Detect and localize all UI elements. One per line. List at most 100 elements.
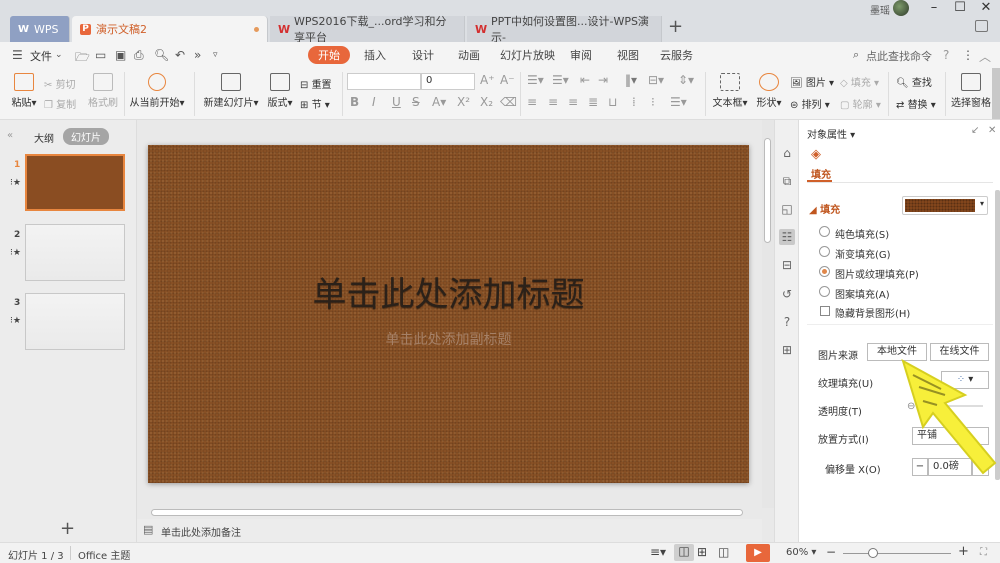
command-search[interactable]: 点此查找命令 — [866, 48, 932, 64]
paste-button[interactable]: 粘贴▾ — [10, 73, 38, 109]
picture-texture-fill-label[interactable]: 图片或纹理填充(P) — [835, 266, 919, 281]
superscript-icon[interactable]: X² — [457, 95, 470, 109]
avatar[interactable] — [893, 0, 909, 16]
new-slide-button[interactable]: 新建幻灯片▾ — [200, 73, 262, 109]
replace-button[interactable]: ⇄ 替换 ▾ — [896, 96, 936, 111]
picture-button[interactable]: 🖼︎ 图片 ▾ — [790, 74, 834, 89]
open-folder-icon[interactable]: 🗁 — [75, 48, 90, 69]
transparency-slider[interactable] — [923, 405, 983, 407]
customize-icon[interactable]: ▿ — [213, 50, 218, 60]
new-tab-button[interactable]: + — [668, 16, 683, 37]
slides-switch-icon[interactable]: ⧉ — [779, 173, 795, 189]
archive-icon[interactable]: ⊟ — [779, 257, 795, 273]
pattern-fill-label[interactable]: 图案填充(A) — [835, 286, 890, 301]
format-painter-button[interactable]: 格式刷 — [86, 73, 120, 109]
align-left-icon[interactable]: ≡ — [527, 95, 537, 109]
tab-wps-home[interactable]: W WPS — [10, 16, 70, 42]
text-direction-icon[interactable]: ‖▾ — [625, 73, 637, 87]
solid-fill-label[interactable]: 纯色填充(S) — [835, 226, 889, 241]
placement-dropdown[interactable]: 平铺 — [912, 427, 989, 445]
tab-document-4[interactable]: W PPT中如何设置图...设计-WPS演示- — [467, 15, 662, 44]
align-right-icon[interactable]: ≡ — [568, 95, 578, 109]
minimize-button[interactable]: – — [924, 0, 944, 15]
title-placeholder[interactable]: 单击此处添加标题 — [148, 267, 749, 316]
subscript-icon[interactable]: X₂ — [480, 95, 493, 109]
arrange-button[interactable]: ⊜ 排列 ▾ — [790, 96, 830, 111]
selection-pane-button[interactable]: 选择窗格 — [950, 73, 992, 109]
apps-grid-icon[interactable]: ⊞ — [779, 342, 795, 358]
tab-fill[interactable]: 填充 — [811, 166, 831, 181]
close-panel-icon[interactable]: ✕ — [988, 125, 996, 136]
file-menu[interactable]: 文件 — [30, 48, 52, 64]
add-slide-button[interactable]: + — [60, 518, 75, 539]
justify-icon[interactable]: ≣ — [588, 95, 598, 109]
zoom-slider-thumb[interactable] — [868, 548, 878, 558]
distribute-icon[interactable]: ⊔ — [608, 95, 617, 109]
tab-outline[interactable]: 大纲 — [34, 130, 54, 145]
collapse-ribbon-icon[interactable]: ︿ — [979, 48, 991, 65]
tab-cloud-services[interactable]: 云服务 — [660, 47, 693, 63]
tab-home[interactable]: 开始 — [308, 46, 350, 64]
play-from-current-button[interactable]: 从当前开始▾ — [128, 73, 186, 109]
help-circle-icon[interactable]: ? — [779, 314, 795, 330]
tab-document-3[interactable]: W WPS2016下载_...ord学习和分享平台 — [270, 15, 465, 44]
align-text-icon[interactable]: ⊟▾ — [648, 73, 664, 87]
save-icon[interactable]: ▭ — [95, 48, 106, 62]
zoom-dropdown[interactable]: 60% ▾ — [786, 547, 816, 558]
textbox-button[interactable]: 文本框▾ — [712, 73, 748, 109]
local-file-button[interactable]: 本地文件 — [867, 343, 927, 361]
layout-button[interactable]: 版式▾ — [265, 73, 295, 109]
tab-view[interactable]: 视图 — [617, 47, 639, 63]
bullet-list-icon[interactable]: ☰▾ — [527, 73, 544, 87]
decrease-indent-icon[interactable]: ⇤ — [580, 73, 590, 87]
offset-x-input[interactable]: 0.0磅 — [928, 458, 972, 476]
tab-presentation-2[interactable]: P 演示文稿2 — [72, 16, 268, 42]
decrease-font-icon[interactable]: A⁻ — [500, 73, 515, 87]
undo-icon[interactable]: ↶ — [175, 48, 185, 62]
font-name-input[interactable] — [347, 73, 421, 90]
tab-design[interactable]: 设计 — [412, 47, 434, 63]
reset-button[interactable]: ⊟ 重置 — [300, 76, 332, 91]
fit-window-icon[interactable]: ⛶ — [980, 547, 987, 558]
slide[interactable]: 单击此处添加标题 单击此处添加副标题 — [148, 145, 749, 483]
online-file-button[interactable]: 在线文件 — [930, 343, 989, 361]
dock-icon[interactable]: ↙ — [971, 125, 979, 136]
clear-format-icon[interactable]: ⌫ — [500, 95, 517, 109]
outline-button[interactable]: ▢ 轮廓 ▾ — [840, 96, 881, 111]
notes-placeholder[interactable]: 单击此处添加备注 — [161, 524, 241, 539]
line-spacing-icon[interactable]: ⇕▾ — [678, 73, 694, 87]
offset-increase-button[interactable]: + — [972, 458, 989, 476]
picture-texture-fill-radio[interactable] — [819, 266, 830, 277]
scroll-thumb[interactable] — [764, 138, 771, 243]
cut-button[interactable]: ✂ 剪切 — [44, 76, 76, 91]
more-options-icon[interactable]: ⋮ — [962, 48, 974, 62]
shape-button[interactable]: 形状▾ — [754, 73, 784, 109]
zoom-out-button[interactable]: − — [826, 545, 836, 559]
offset-decrease-button[interactable]: − — [912, 458, 928, 476]
more-icon[interactable]: » — [194, 48, 201, 62]
notes-area[interactable]: ▤ 单击此处添加备注 — [137, 519, 762, 542]
slide-thumbnail-1[interactable] — [25, 154, 125, 211]
vertical-scrollbar[interactable] — [762, 120, 774, 508]
section-button[interactable]: ⊞ 节 ▾ — [300, 96, 330, 111]
ribbon-scroll-right[interactable] — [992, 68, 1000, 119]
slide-thumbnail-2[interactable] — [25, 224, 125, 281]
increase-font-icon[interactable]: A⁺ — [480, 73, 495, 87]
panel-title[interactable]: 对象属性 ▾ — [807, 126, 855, 141]
strikethrough-icon[interactable]: S — [412, 95, 420, 109]
properties-icon[interactable]: ☷ — [779, 229, 795, 245]
gradient-fill-label[interactable]: 渐变填充(G) — [835, 246, 891, 261]
pattern-fill-radio[interactable] — [819, 286, 830, 297]
maximize-button[interactable]: ☐ — [950, 0, 970, 15]
underline-icon[interactable]: U — [392, 95, 401, 109]
hide-background-graphics-label[interactable]: 隐藏背景图形(H) — [835, 305, 910, 320]
transparency-decrease-button[interactable]: ⊖ — [907, 401, 915, 412]
export-pdf-icon[interactable]: ▣ — [115, 48, 126, 62]
font-color-icon[interactable]: A▾ — [432, 95, 446, 109]
solid-fill-radio[interactable] — [819, 226, 830, 237]
copy-button[interactable]: ❐ 复制 — [44, 96, 76, 111]
print-icon[interactable]: ⎙ — [134, 48, 144, 63]
zoom-slider[interactable] — [843, 553, 951, 554]
tab-insert[interactable]: 插入 — [364, 47, 386, 63]
hide-background-graphics-checkbox[interactable] — [820, 306, 830, 316]
